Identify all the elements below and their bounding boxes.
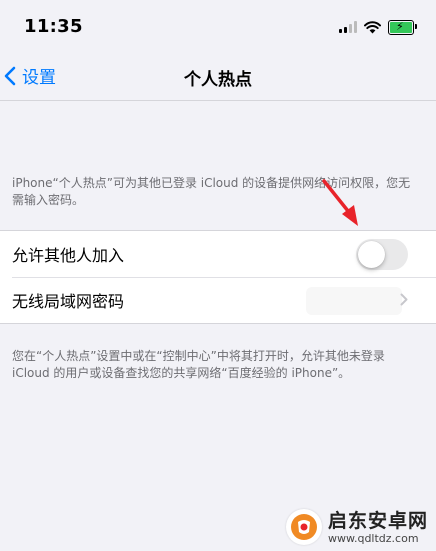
battery-icon: ⚡ — [388, 19, 417, 35]
watermark-name: 启东安卓网 — [327, 509, 428, 532]
wifi-password-value-blurred — [306, 287, 402, 315]
wifi-icon — [364, 20, 381, 33]
chevron-right-icon — [400, 293, 408, 306]
cellular-signal-icon — [339, 21, 357, 33]
watermark-url: www.qdltdz.com — [327, 531, 419, 545]
watermark: 启东安卓网 www.qdltdz.com — [285, 509, 428, 545]
red-arrow-annotation — [322, 179, 358, 226]
status-bar: 11:35 ⚡ — [0, 0, 436, 52]
allow-others-row: 允许其他人加入 — [0, 231, 436, 277]
status-icons: ⚡ — [339, 19, 417, 35]
allow-others-label: 允许其他人加入 — [12, 246, 125, 265]
wifi-password-label: 无线局域网密码 — [12, 292, 125, 311]
wifi-password-row[interactable]: 无线局域网密码 — [0, 277, 436, 323]
status-time: 11:35 — [24, 16, 83, 37]
page-title: 个人热点 — [184, 70, 252, 90]
navigation-bar: 设置 个人热点 — [0, 52, 436, 101]
hotspot-sharing-info-text: 您在“个人热点”设置中或在“控制中心”中将其打开时，允许其他未登录 iCloud… — [12, 349, 385, 380]
toggle-knob — [358, 241, 385, 268]
settings-group: 允许其他人加入 无线局域网密码 — [0, 230, 436, 324]
watermark-logo-icon — [285, 509, 322, 545]
allow-others-toggle[interactable] — [356, 239, 408, 270]
